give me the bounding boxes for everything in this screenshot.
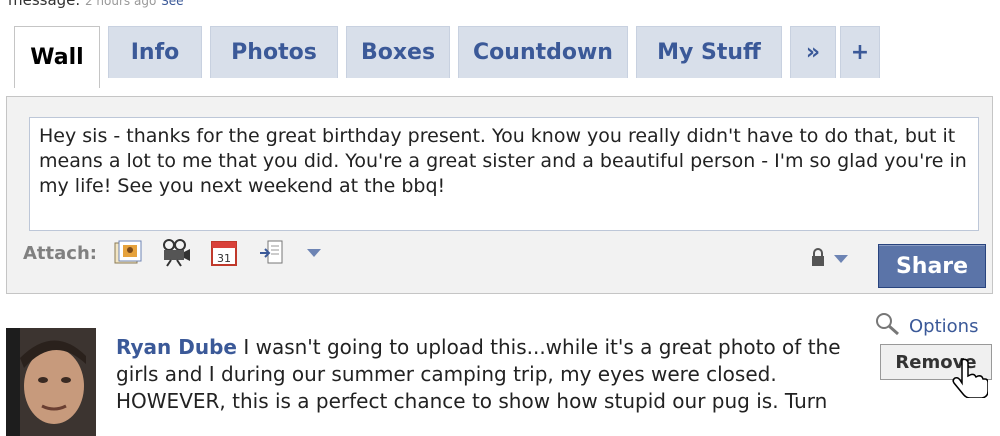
hand-cursor-icon bbox=[952, 358, 989, 402]
share-button[interactable]: Share bbox=[878, 244, 986, 288]
privacy-selector[interactable] bbox=[810, 247, 848, 271]
attach-label: Attach: bbox=[23, 242, 97, 264]
tab-boxes[interactable]: Boxes bbox=[346, 26, 450, 78]
lock-icon bbox=[810, 247, 826, 271]
photo-icon[interactable] bbox=[113, 238, 143, 268]
tab-more[interactable]: » bbox=[790, 26, 836, 78]
wall-composer: Hey sis - thanks for the great birthday … bbox=[6, 96, 993, 294]
tab-info[interactable]: Info bbox=[108, 26, 202, 78]
video-camera-icon[interactable] bbox=[161, 238, 191, 268]
tab-add[interactable]: + bbox=[840, 26, 880, 78]
attach-more-dropdown[interactable] bbox=[306, 249, 321, 257]
wall-post-textarea[interactable]: Hey sis - thanks for the great birthday … bbox=[29, 117, 979, 231]
see-link[interactable]: See bbox=[161, 0, 183, 8]
wall-post: Options Ryan Dube I wasn't going to uplo… bbox=[0, 300, 1000, 436]
profile-tabs: Wall Info Photos Boxes Countdown My Stuf… bbox=[14, 26, 884, 88]
link-share-icon[interactable] bbox=[257, 238, 287, 268]
calendar-icon[interactable]: 31 bbox=[209, 238, 239, 268]
svg-text:31: 31 bbox=[217, 252, 231, 265]
avatar[interactable] bbox=[6, 328, 96, 436]
tab-countdown[interactable]: Countdown bbox=[458, 26, 628, 78]
previous-post-fragment: message. 2 hours ago See bbox=[8, 0, 183, 9]
tab-my-stuff[interactable]: My Stuff bbox=[636, 26, 782, 78]
attach-row: Attach: 31 bbox=[23, 233, 321, 273]
chevron-down-icon bbox=[834, 255, 848, 263]
options-link[interactable]: Options bbox=[875, 312, 978, 341]
post-body: Ryan Dube I wasn't going to upload this.… bbox=[116, 334, 886, 415]
post-author-link[interactable]: Ryan Dube bbox=[116, 335, 237, 359]
tab-photos[interactable]: Photos bbox=[210, 26, 338, 78]
tab-wall[interactable]: Wall bbox=[14, 26, 100, 88]
